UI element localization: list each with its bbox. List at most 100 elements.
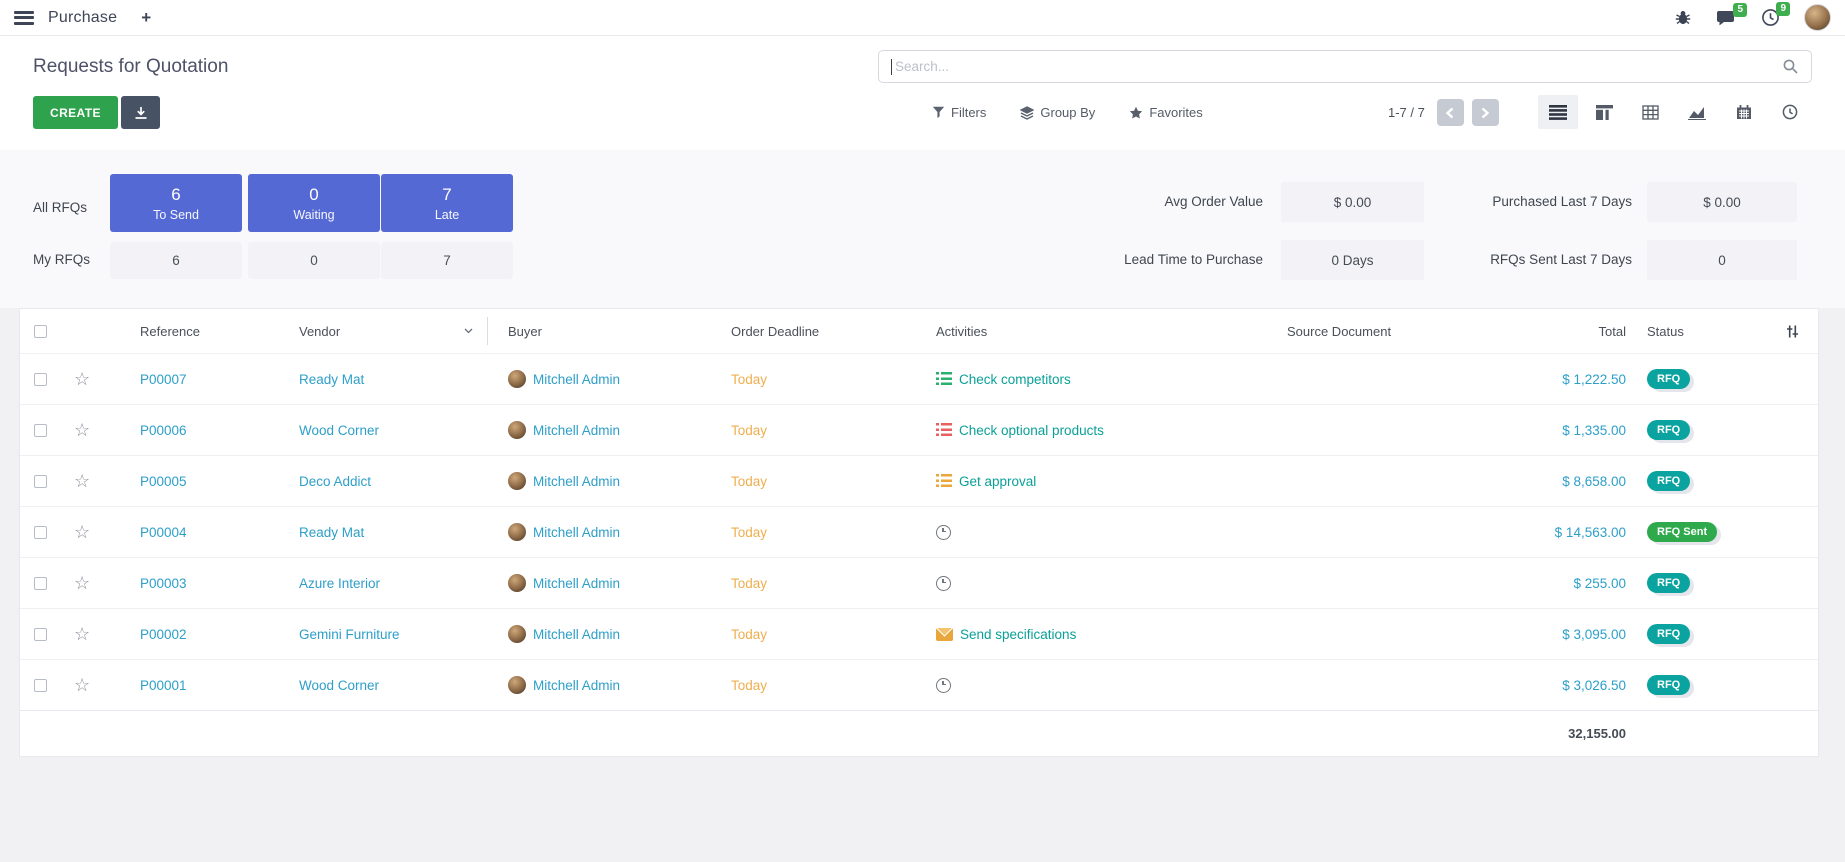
row-checkbox[interactable] bbox=[34, 424, 47, 437]
table-row[interactable]: ☆ P00001 Wood Corner Mitchell Admin Toda… bbox=[20, 659, 1818, 710]
favorite-star-icon[interactable]: ☆ bbox=[74, 625, 90, 643]
my-late-value[interactable]: 7 bbox=[381, 242, 513, 279]
create-button[interactable]: CREATE bbox=[33, 96, 118, 129]
buyer-avatar bbox=[508, 625, 526, 643]
to-send-card[interactable]: 6To Send bbox=[110, 174, 242, 232]
activity-clock-icon[interactable] bbox=[936, 678, 951, 693]
favorites-star-icon bbox=[1129, 106, 1143, 120]
waiting-card[interactable]: 0Waiting bbox=[248, 174, 380, 232]
table-row[interactable]: ☆ P00006 Wood Corner Mitchell Admin Toda… bbox=[20, 404, 1818, 455]
activity-list-icon[interactable] bbox=[936, 423, 952, 437]
vendor-link[interactable]: Deco Addict bbox=[299, 474, 371, 489]
activity-label[interactable]: Get approval bbox=[959, 474, 1036, 489]
row-checkbox[interactable] bbox=[34, 679, 47, 692]
reference-link[interactable]: P00002 bbox=[140, 627, 187, 642]
favorite-star-icon[interactable]: ☆ bbox=[74, 421, 90, 439]
export-download-button[interactable] bbox=[121, 96, 160, 129]
activity-clock-icon[interactable] bbox=[936, 525, 951, 540]
favorite-star-icon[interactable]: ☆ bbox=[74, 676, 90, 694]
debug-bug-icon[interactable] bbox=[1674, 10, 1692, 26]
activities-clock-icon[interactable]: 9 bbox=[1761, 8, 1780, 27]
row-checkbox[interactable] bbox=[34, 628, 47, 641]
table-row[interactable]: ☆ P00005 Deco Addict Mitchell Admin Toda… bbox=[20, 455, 1818, 506]
my-to-send-value[interactable]: 6 bbox=[110, 242, 242, 279]
header-order-deadline[interactable]: Order Deadline bbox=[711, 309, 916, 353]
vendor-link[interactable]: Wood Corner bbox=[299, 423, 379, 438]
header-total[interactable]: Total bbox=[1440, 309, 1626, 353]
vendor-link[interactable]: Ready Mat bbox=[299, 372, 364, 387]
header-vendor[interactable]: Vendor bbox=[280, 317, 488, 345]
pager-next-button[interactable] bbox=[1472, 99, 1499, 126]
vendor-link[interactable]: Gemini Furniture bbox=[299, 627, 400, 642]
reference-link[interactable]: P00001 bbox=[140, 678, 187, 693]
buyer-link[interactable]: Mitchell Admin bbox=[533, 627, 620, 642]
top-navbar: Purchase + 5 9 bbox=[0, 0, 1845, 36]
order-deadline-value: Today bbox=[731, 627, 767, 642]
header-activities[interactable]: Activities bbox=[916, 309, 1248, 353]
buyer-link[interactable]: Mitchell Admin bbox=[533, 525, 620, 540]
header-buyer[interactable]: Buyer bbox=[488, 309, 711, 353]
kanban-view-button[interactable] bbox=[1584, 95, 1624, 129]
status-badge: RFQ bbox=[1647, 471, 1690, 491]
app-title[interactable]: Purchase bbox=[48, 9, 117, 27]
row-checkbox[interactable] bbox=[34, 373, 47, 386]
row-checkbox[interactable] bbox=[34, 475, 47, 488]
activity-label[interactable]: Check optional products bbox=[959, 423, 1104, 438]
calendar-view-button[interactable] bbox=[1724, 95, 1764, 129]
search-input[interactable]: Search... bbox=[878, 50, 1812, 83]
buyer-link[interactable]: Mitchell Admin bbox=[533, 474, 620, 489]
activity-clock-icon[interactable] bbox=[936, 576, 951, 591]
reference-link[interactable]: P00003 bbox=[140, 576, 187, 591]
activity-envelope-icon[interactable] bbox=[936, 628, 953, 641]
messages-icon[interactable]: 5 bbox=[1716, 9, 1737, 27]
pager-previous-button[interactable] bbox=[1437, 99, 1464, 126]
control-panel: Requests for Quotation Search... CREATE … bbox=[0, 36, 1845, 150]
reference-link[interactable]: P00005 bbox=[140, 474, 187, 489]
favorite-star-icon[interactable]: ☆ bbox=[74, 523, 90, 541]
activity-view-button[interactable] bbox=[1770, 95, 1810, 129]
table-row[interactable]: ☆ P00003 Azure Interior Mitchell Admin T… bbox=[20, 557, 1818, 608]
table-row[interactable]: ☆ P00004 Ready Mat Mitchell Admin Today … bbox=[20, 506, 1818, 557]
buyer-link[interactable]: Mitchell Admin bbox=[533, 678, 620, 693]
activity-label[interactable]: Check competitors bbox=[959, 372, 1071, 387]
favorite-star-icon[interactable]: ☆ bbox=[74, 574, 90, 592]
header-source-document[interactable]: Source Document bbox=[1248, 309, 1440, 353]
favorites-button[interactable]: Favorites bbox=[1129, 105, 1202, 120]
row-checkbox[interactable] bbox=[34, 577, 47, 590]
optional-columns-sliders-icon[interactable] bbox=[1785, 324, 1800, 339]
header-status[interactable]: Status bbox=[1626, 309, 1766, 353]
list-view-button[interactable] bbox=[1538, 95, 1578, 129]
reference-link[interactable]: P00007 bbox=[140, 372, 187, 387]
reference-link[interactable]: P00004 bbox=[140, 525, 187, 540]
table-row[interactable]: ☆ P00002 Gemini Furniture Mitchell Admin… bbox=[20, 608, 1818, 659]
row-checkbox[interactable] bbox=[34, 526, 47, 539]
reference-link[interactable]: P00006 bbox=[140, 423, 187, 438]
buyer-link[interactable]: Mitchell Admin bbox=[533, 423, 620, 438]
buyer-link[interactable]: Mitchell Admin bbox=[533, 576, 620, 591]
buyer-link[interactable]: Mitchell Admin bbox=[533, 372, 620, 387]
activity-list-icon[interactable] bbox=[936, 372, 952, 386]
new-tab-button[interactable]: + bbox=[141, 8, 151, 28]
my-rfqs-label: My RFQs bbox=[33, 252, 90, 267]
user-avatar[interactable] bbox=[1804, 4, 1831, 31]
filters-button[interactable]: Filters bbox=[932, 105, 986, 120]
vendor-link[interactable]: Wood Corner bbox=[299, 678, 379, 693]
apps-menu-icon[interactable] bbox=[14, 11, 34, 25]
late-card[interactable]: 7Late bbox=[381, 174, 513, 232]
favorite-star-icon[interactable]: ☆ bbox=[74, 370, 90, 388]
vendor-link[interactable]: Ready Mat bbox=[299, 525, 364, 540]
my-waiting-value[interactable]: 0 bbox=[248, 242, 380, 279]
vendor-link[interactable]: Azure Interior bbox=[299, 576, 380, 591]
pivot-view-button[interactable] bbox=[1631, 95, 1671, 129]
table-row[interactable]: ☆ P00007 Ready Mat Mitchell Admin Today … bbox=[20, 353, 1818, 404]
graph-view-button[interactable] bbox=[1677, 95, 1717, 129]
status-badge: RFQ bbox=[1647, 420, 1690, 440]
select-all-checkbox[interactable] bbox=[34, 325, 47, 338]
favorite-star-icon[interactable]: ☆ bbox=[74, 472, 90, 490]
search-icon[interactable] bbox=[1782, 58, 1799, 75]
group-by-button[interactable]: Group By bbox=[1020, 105, 1095, 120]
activity-label[interactable]: Send specifications bbox=[960, 627, 1076, 642]
header-reference[interactable]: Reference bbox=[102, 309, 280, 353]
activity-list-icon[interactable] bbox=[936, 474, 952, 488]
buyer-avatar bbox=[508, 574, 526, 592]
